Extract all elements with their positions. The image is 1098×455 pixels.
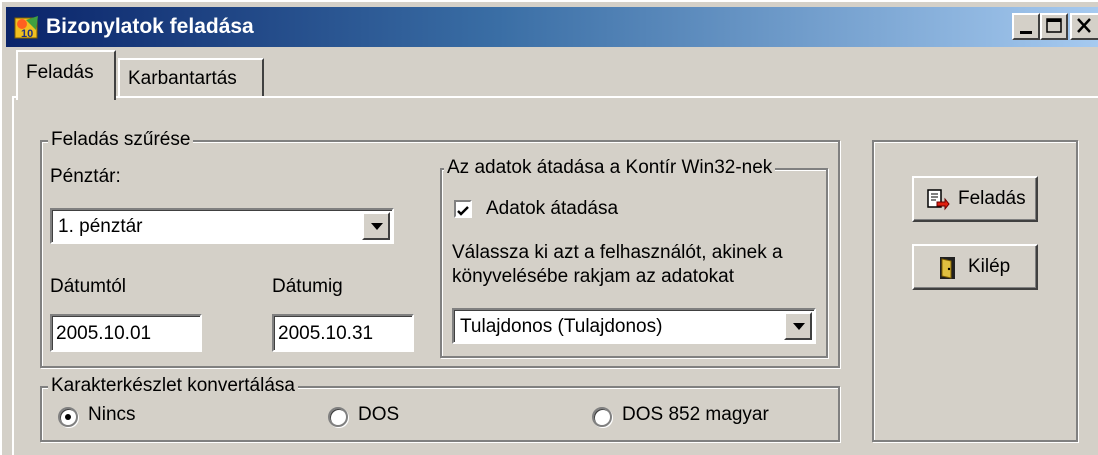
submit-button[interactable]: Feladás (912, 176, 1038, 222)
maximize-button[interactable] (1040, 13, 1068, 40)
cashbox-value: 1. pénztár (58, 216, 143, 237)
charset-option-dos852: DOS 852 magyar (622, 404, 769, 425)
charset-option-nincs: Nincs (88, 404, 136, 425)
charset-group: Karakterkészlet konvertálása Nincs DOS D… (40, 375, 840, 442)
date-from-field[interactable]: 2005.10.01 (50, 314, 202, 352)
charset-radio-dos852[interactable] (592, 407, 612, 427)
svg-text:10: 10 (21, 28, 33, 40)
cashbox-select[interactable]: 1. pénztár (50, 208, 394, 244)
date-to-label: Dátumig (272, 276, 343, 297)
charset-group-title: Karakterkészlet konvertálása (48, 375, 298, 397)
charset-option-dos: DOS (358, 404, 400, 425)
tab-karbantartas-label: Karbantartás (128, 68, 237, 89)
cashbox-label: Pénztár: (50, 166, 121, 187)
user-value: Tulajdonos (Tulajdonos) (460, 316, 663, 337)
date-to-value: 2005.10.31 (278, 323, 374, 344)
filter-group: Feladás szűrése Pénztár: 1. pénztár Dátu… (40, 129, 840, 368)
tab-karbantartas[interactable]: Karbantartás (118, 58, 264, 96)
close-icon (1077, 18, 1091, 33)
chevron-down-icon[interactable] (362, 212, 390, 240)
transfer-checkbox[interactable] (454, 200, 472, 218)
checkmark-icon (457, 206, 469, 216)
instruction-line-2: könyvelésébe rakjam az adatokat (452, 266, 734, 287)
tab-feladas-label: Feladás (26, 62, 94, 83)
minimize-button[interactable] (1012, 13, 1040, 40)
main-window: 10 Bizonylatok feladása Feladás Karbanta… (0, 0, 1098, 455)
transfer-group: Az adatok átadása a Kontír Win32-nek Ada… (440, 157, 828, 358)
charset-radio-nincs[interactable] (58, 407, 78, 427)
door-icon (938, 256, 958, 286)
title-bar[interactable]: 10 Bizonylatok feladása (6, 7, 1098, 47)
document-arrow-icon (926, 188, 950, 218)
close-button[interactable] (1070, 13, 1098, 40)
tab-feladas[interactable]: Feladás (16, 50, 116, 100)
date-to-field[interactable]: 2005.10.31 (272, 314, 414, 352)
chevron-down-icon[interactable] (784, 312, 812, 340)
date-from-label: Dátumtól (50, 276, 127, 297)
submit-label: Feladás (958, 188, 1026, 209)
actions-panel: Feladás Kilép (872, 140, 1078, 442)
window-title: Bizonylatok feladása (46, 15, 254, 38)
exit-label: Kilép (968, 256, 1011, 277)
maximize-icon (1046, 18, 1062, 33)
user-select[interactable]: Tulajdonos (Tulajdonos) (452, 308, 816, 344)
tab-page-feladas: Feladás szűrése Pénztár: 1. pénztár Dátu… (12, 96, 1098, 455)
charset-radio-dos[interactable] (328, 407, 348, 427)
date-from-value: 2005.10.01 (56, 323, 152, 344)
minimize-icon (1020, 31, 1032, 34)
instruction-line-1: Válassza ki azt a felhasználót, akinek a (452, 242, 783, 263)
transfer-group-title: Az adatok átadása a Kontír Win32-nek (444, 157, 776, 179)
filter-group-title: Feladás szűrése (48, 129, 194, 151)
feladas-app-icon: 10 (12, 12, 42, 42)
exit-button[interactable]: Kilép (912, 244, 1038, 290)
transfer-checkbox-label: Adatok átadása (486, 198, 619, 219)
